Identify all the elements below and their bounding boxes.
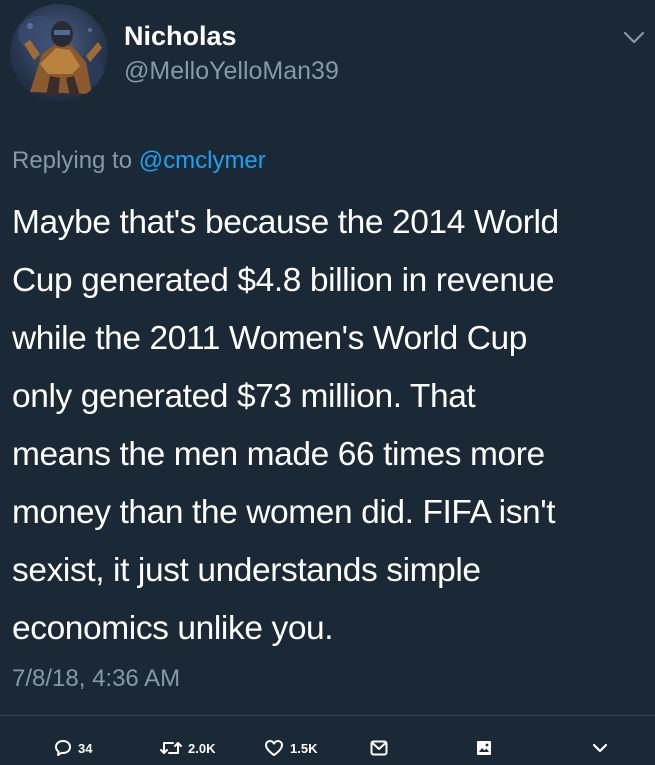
retweet-count: 2.0K — [188, 740, 216, 756]
divider — [0, 715, 655, 716]
tweet-text: Maybe that's because the 2014 World Cup … — [12, 194, 648, 658]
chevron-down-icon[interactable] — [622, 30, 646, 46]
image-icon — [477, 741, 491, 755]
replying-to: Replying to @cmclymer — [12, 147, 266, 175]
like-count: 1.5K — [290, 740, 318, 756]
reply-count: 34 — [78, 740, 93, 756]
tweet-text-line: Maybe that's because the 2014 World — [12, 204, 559, 241]
tweet-text-line: means the men made 66 times more — [12, 436, 545, 473]
tweet-text-line: money than the women did. FIFA isn't — [12, 494, 556, 531]
reply-button[interactable]: 34 — [54, 737, 92, 759]
mention-link[interactable]: @cmclymer — [139, 147, 266, 174]
envelope-icon — [370, 740, 388, 756]
reply-bubble-icon — [55, 740, 71, 756]
more-options-button[interactable] — [591, 737, 609, 759]
retweet-button[interactable]: 2.0K — [160, 737, 215, 759]
heart-icon — [265, 740, 283, 756]
timestamp[interactable]: 7/8/18, 4:36 AM — [12, 665, 180, 693]
tweet-text-line: sexist, it just understands simple — [12, 552, 481, 589]
like-button[interactable]: 1.5K — [264, 737, 317, 759]
media-button[interactable] — [476, 737, 492, 759]
retweet-icon — [160, 742, 182, 754]
direct-message-button[interactable] — [370, 737, 388, 759]
tweet-text-line: while the 2011 Women's World Cup — [12, 320, 527, 357]
tweet-text-line: economics unlike you. — [12, 610, 334, 647]
tweet-text-line: Cup generated $4.8 billion in revenue — [12, 262, 555, 299]
replying-to-label: Replying to — [12, 147, 133, 174]
display-name[interactable]: Nicholas — [124, 21, 237, 52]
username[interactable]: @MelloYelloMan39 — [124, 57, 339, 86]
chevron-down-icon — [592, 743, 608, 753]
avatar[interactable] — [10, 4, 108, 102]
tweet-text-line: only generated $73 million. That — [12, 378, 476, 415]
tweet: Nicholas @MelloYelloMan39 Replying to @c… — [0, 0, 655, 765]
